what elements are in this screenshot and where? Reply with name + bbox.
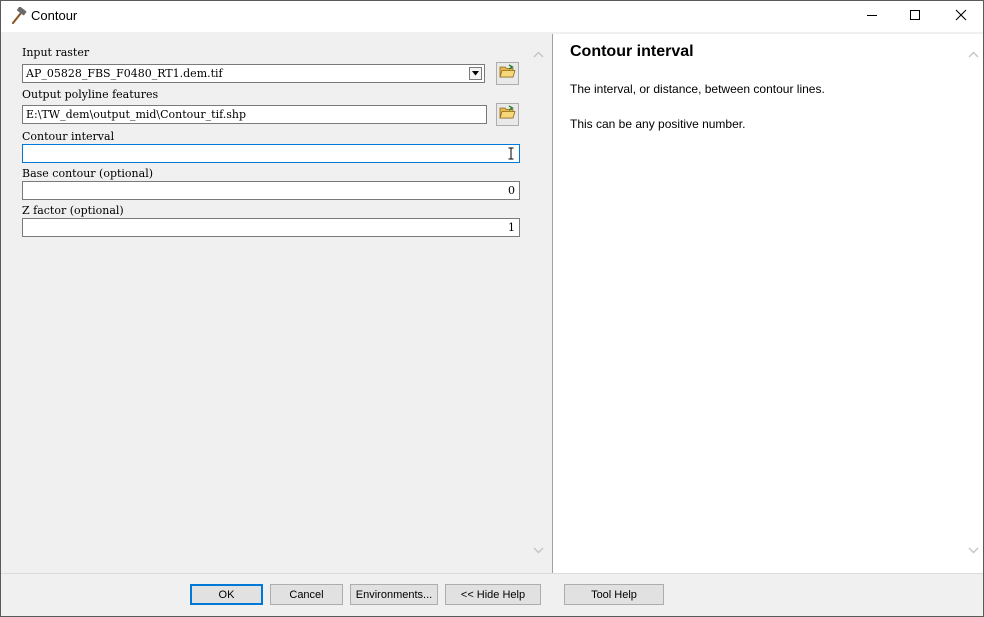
hide-help-button[interactable]: << Hide Help	[445, 584, 541, 605]
contour-interval-label: Contour interval	[22, 130, 115, 143]
chevron-down-icon	[968, 541, 979, 559]
hammer-icon	[9, 6, 27, 25]
help-paragraph: The interval, or distance, between conto…	[570, 82, 825, 96]
parameters-pane: Input raster AP_05828_FBS_F0480_RT1.dem.…	[10, 34, 549, 573]
scroll-down-button[interactable]	[530, 542, 547, 558]
z-factor-input[interactable]: 1	[22, 218, 520, 237]
close-button[interactable]	[938, 1, 983, 32]
environments-button[interactable]: Environments...	[350, 584, 438, 605]
chevron-down-icon	[533, 541, 544, 559]
chevron-up-icon	[968, 45, 979, 63]
folder-open-icon	[499, 104, 516, 125]
maximize-icon	[909, 8, 921, 26]
help-title: Contour interval	[570, 43, 694, 60]
close-icon	[955, 8, 967, 26]
help-scroll-down-button[interactable]	[965, 542, 982, 558]
minimize-button[interactable]	[849, 1, 895, 32]
minimize-icon	[866, 8, 878, 26]
base-contour-label: Base contour (optional)	[22, 167, 154, 180]
input-raster-value: AP_05828_FBS_F0480_RT1.dem.tif	[26, 67, 223, 80]
contour-interval-input[interactable]	[22, 144, 520, 163]
input-raster-label: Input raster	[22, 46, 90, 59]
help-paragraph: This can be any positive number.	[570, 117, 746, 131]
z-factor-label: Z factor (optional)	[22, 204, 124, 217]
maximize-button[interactable]	[892, 1, 938, 32]
text-cursor-icon	[508, 147, 514, 162]
input-raster-combo[interactable]: AP_05828_FBS_F0480_RT1.dem.tif	[22, 64, 485, 83]
contour-dialog: Contour Input raster AP_05828_FBS_F0480_…	[0, 0, 984, 617]
output-features-label: Output polyline features	[22, 88, 159, 101]
output-features-browse-button[interactable]	[496, 103, 519, 126]
chevron-down-icon[interactable]	[469, 67, 482, 80]
help-pane: Contour interval The interval, or distan…	[552, 34, 983, 573]
chevron-up-icon	[533, 45, 544, 63]
title-bar[interactable]: Contour	[1, 1, 983, 32]
tool-help-button[interactable]: Tool Help	[564, 584, 664, 605]
input-raster-browse-button[interactable]	[496, 62, 519, 85]
help-scroll-up-button[interactable]	[965, 46, 982, 62]
cancel-button[interactable]: Cancel	[270, 584, 343, 605]
output-features-input[interactable]: E:\TW_dem\output_mid\Contour_tif.shp	[22, 105, 487, 124]
scroll-up-button[interactable]	[530, 46, 547, 62]
window-title: Contour	[31, 8, 78, 23]
folder-open-icon	[499, 63, 516, 84]
base-contour-input[interactable]: 0	[22, 181, 520, 200]
ok-button[interactable]: OK	[190, 584, 263, 605]
